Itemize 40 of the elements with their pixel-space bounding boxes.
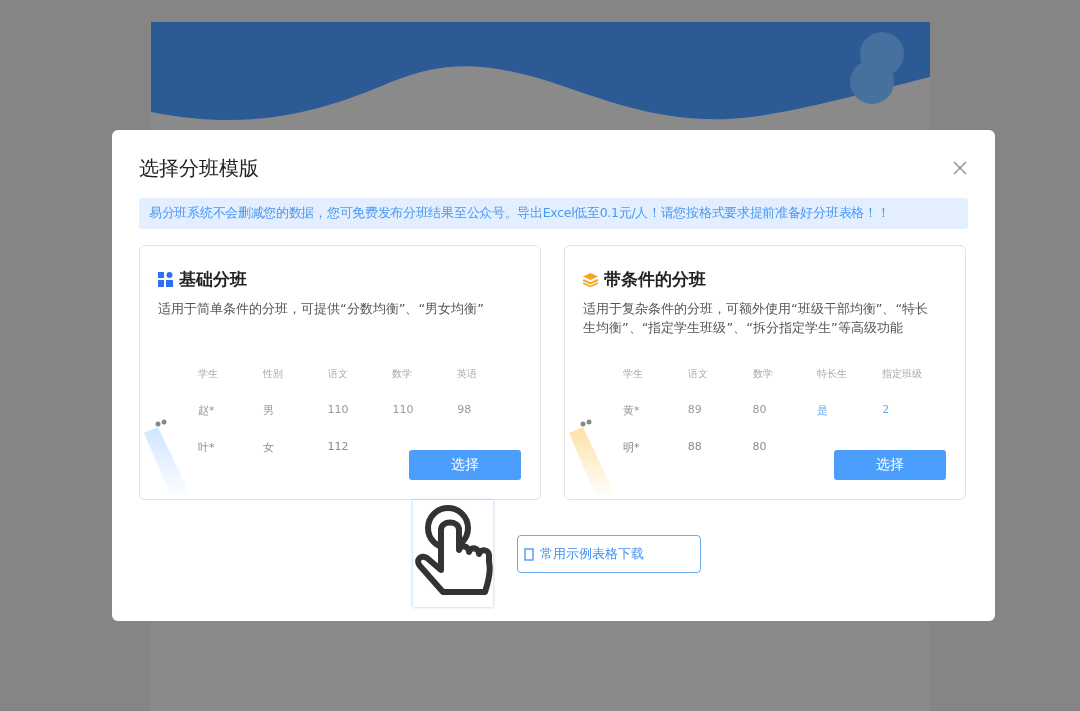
- table-header: 指定班级: [882, 367, 924, 381]
- table-header: 学生: [623, 367, 644, 381]
- table-header: 语文: [327, 367, 349, 381]
- card-description: 适用于简单条件的分班，可提供“分数均衡”、“男女均衡”: [158, 300, 485, 318]
- table-cell-text: 110: [327, 403, 350, 418]
- table-cell-text: 是: [817, 403, 830, 418]
- table-cell-text: 女: [262, 440, 275, 455]
- select-button[interactable]: 选择: [834, 450, 946, 480]
- table-cell-text: 80: [752, 440, 768, 455]
- table-cell-text: 98: [457, 403, 473, 418]
- layers-icon: [583, 272, 598, 287]
- table-header: 性别: [262, 367, 284, 381]
- close-button[interactable]: [952, 160, 968, 176]
- table-header: 语文: [687, 367, 709, 381]
- notice-bar: 易分班系统不会删减您的数据，您可免费发布分班结果至公众号。导出Excel低至0.1元/人！请您按格式要求提前准备好分班表格！！: [139, 198, 968, 229]
- card-description: 适用于复杂条件的分班，可额外使用“班级干部均衡”、“特长生均衡”、“指定学生班级”、“拆分指定学生”等高级功能: [583, 300, 930, 337]
- table-cell-text: 赵*: [198, 403, 216, 418]
- table-cell-text: 88: [687, 440, 703, 455]
- table-header: 特长生: [817, 367, 849, 381]
- download-button[interactable]: 常用示例表格下载: [517, 535, 701, 573]
- table-cell-text: 明*: [623, 440, 641, 455]
- table-cell-text: 2: [882, 403, 891, 418]
- table-cell-text: 112: [327, 440, 350, 455]
- table-cell-text: 89: [687, 403, 703, 418]
- card-title: 基础分班: [179, 268, 247, 291]
- select-button[interactable]: 选择: [409, 450, 521, 480]
- table-cell-text: 110: [392, 403, 415, 418]
- table-header: 数学: [392, 367, 414, 381]
- card-title: 带条件的分班: [604, 268, 706, 291]
- table-cell-text: 男: [262, 403, 275, 418]
- table-cell-text: 黄*: [623, 403, 641, 418]
- table-cell-text: 80: [752, 403, 768, 418]
- table-header: 英语: [457, 367, 479, 381]
- table-header: 数学: [752, 367, 774, 381]
- document-icon: [524, 547, 534, 561]
- table-header: 学生: [198, 367, 219, 381]
- dialog-title: 选择分班模版: [139, 154, 259, 182]
- grid-icon: [158, 272, 173, 287]
- table-cell-text: 叶*: [198, 440, 216, 455]
- close-icon: [952, 160, 968, 176]
